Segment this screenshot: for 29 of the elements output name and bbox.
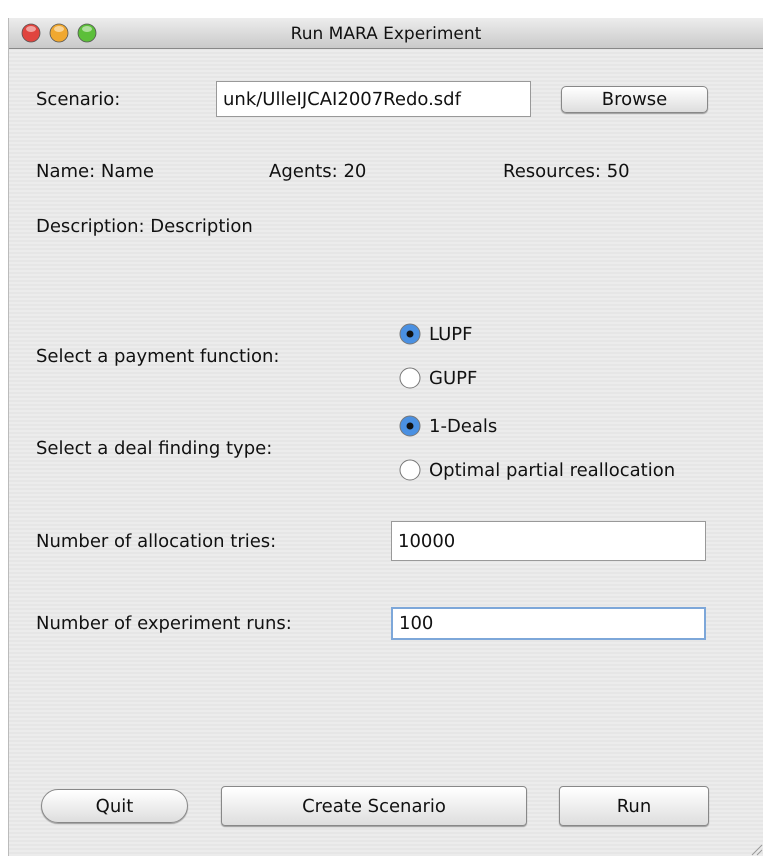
- group-label: Select a payment function:: [36, 346, 281, 366]
- radio-button[interactable]: [399, 367, 421, 389]
- browse-button[interactable]: Browse: [561, 86, 708, 112]
- field-label: Number of allocation tries:: [36, 530, 278, 552]
- run-button[interactable]: Run: [559, 786, 709, 826]
- scenario-field[interactable]: unk/UlleIJCAI2007Redo.sdf: [216, 81, 531, 117]
- window-control-icon[interactable]: [49, 23, 69, 43]
- radio-label: Optimal partial reallocation: [429, 460, 676, 480]
- radio-label: 1-Deals: [429, 416, 498, 436]
- radio-button[interactable]: [399, 323, 421, 345]
- window-title: Run MARA Experiment: [290, 24, 482, 44]
- radio-button[interactable]: [399, 459, 421, 481]
- radio-button[interactable]: [399, 415, 421, 437]
- scenario-label: Scenario:: [36, 88, 122, 110]
- create-scenario-button[interactable]: Create Scenario: [221, 786, 527, 826]
- quit-button[interactable]: Quit: [41, 789, 188, 823]
- field-label: Number of experiment runs:: [36, 613, 293, 634]
- window-control-icon[interactable]: [21, 23, 41, 43]
- resize-grip-icon[interactable]: [749, 842, 763, 856]
- window-control-icon[interactable]: [77, 23, 97, 43]
- description-label: Description: Description: [36, 216, 253, 237]
- group-label: Select a deal finding type:: [36, 438, 274, 458]
- radio-label: GUPF: [429, 368, 478, 388]
- number-field[interactable]: 10000: [391, 521, 706, 561]
- info-label: Agents: 20: [269, 161, 368, 182]
- info-label: Resources: 50: [503, 161, 630, 182]
- info-label: Name: Name: [36, 161, 155, 182]
- radio-label: LUPF: [429, 324, 473, 344]
- number-field[interactable]: 100: [391, 607, 706, 640]
